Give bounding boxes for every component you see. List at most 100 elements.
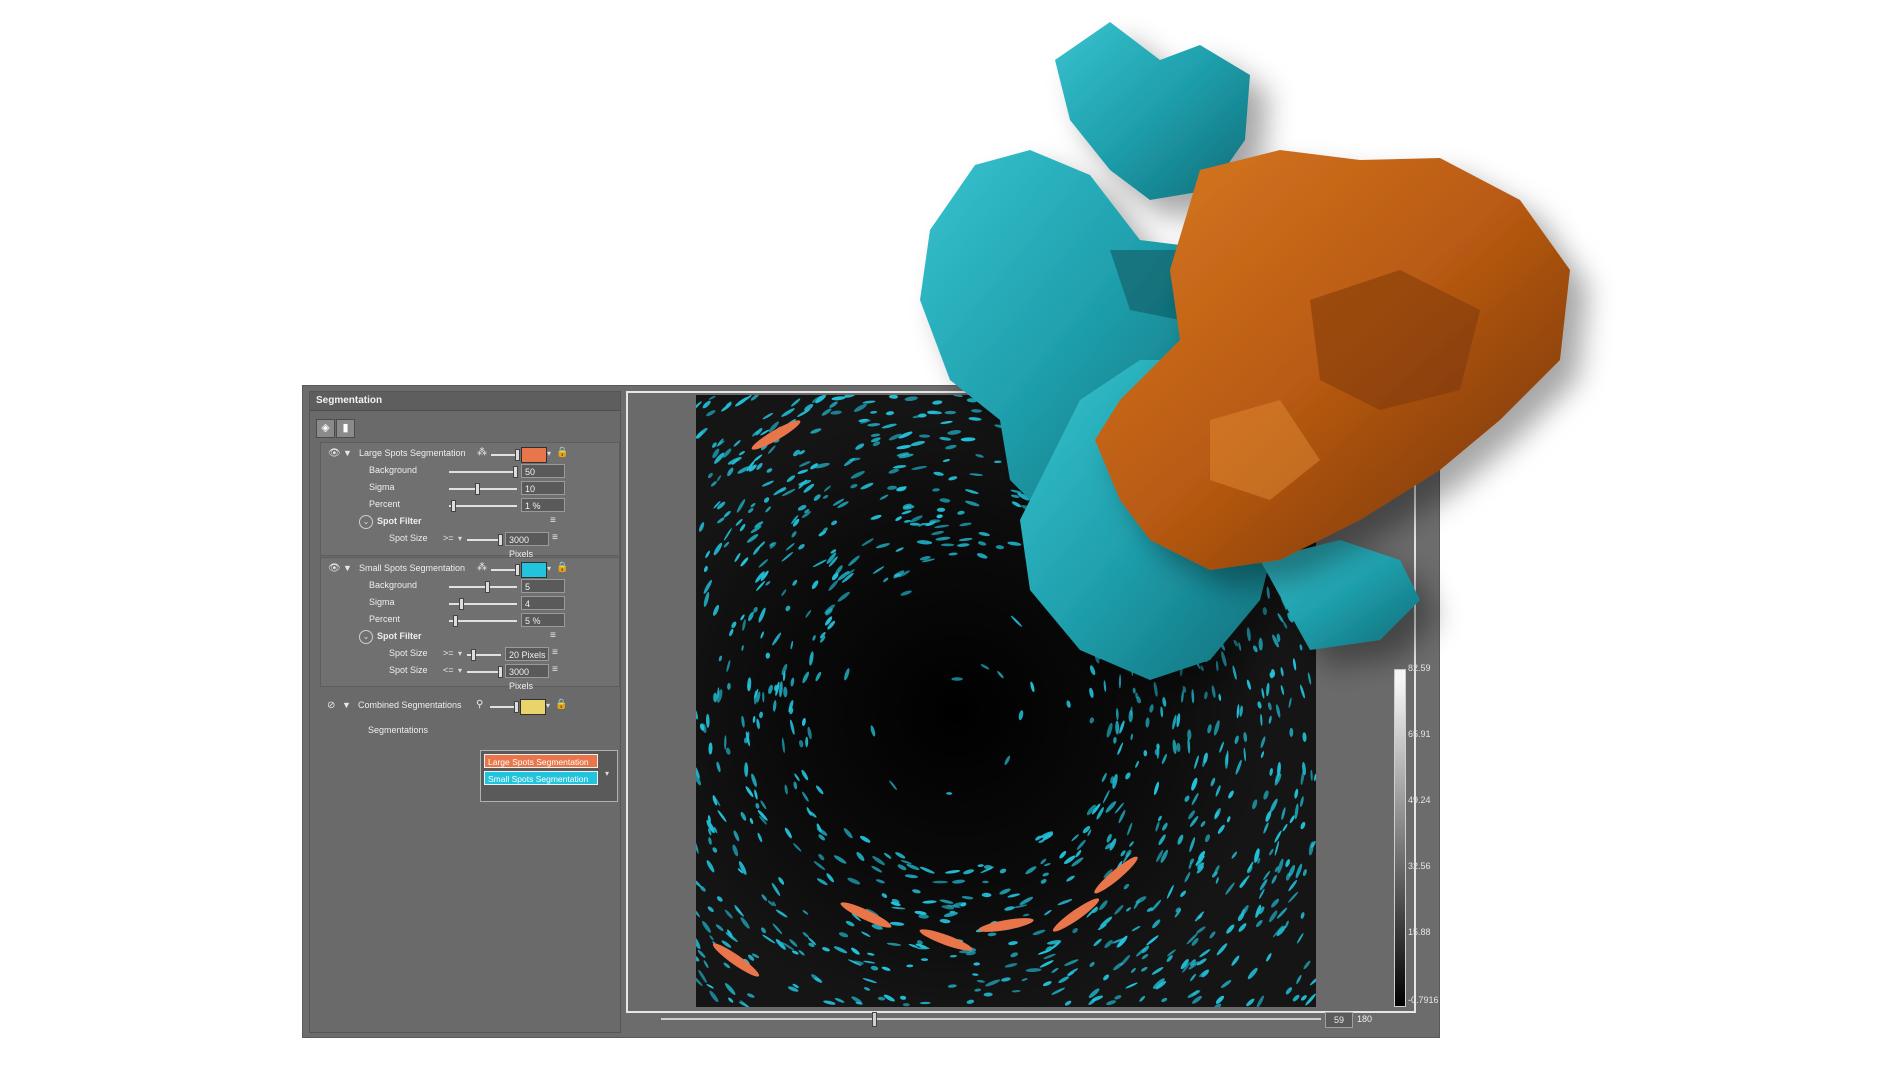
nodes-icon[interactable]: ⁂ bbox=[477, 562, 487, 573]
background-slider[interactable] bbox=[449, 586, 517, 588]
small-spot-size-min-row: Spot Size >= ▾ 20 Pixels ≡ bbox=[321, 645, 619, 663]
lock-icon[interactable]: 🔒 bbox=[556, 447, 568, 458]
eye-icon[interactable]: 👁 bbox=[328, 563, 341, 574]
percent-slider-knob[interactable] bbox=[451, 500, 456, 512]
remove-filter-icon[interactable]: ≡ bbox=[552, 647, 558, 658]
sigma-label: Sigma bbox=[369, 482, 395, 492]
remove-filter-icon[interactable]: ≡ bbox=[552, 532, 558, 543]
background-value[interactable]: 5 bbox=[521, 579, 565, 593]
lock-icon[interactable]: 🔒 bbox=[555, 699, 567, 710]
color-swatch-combined[interactable] bbox=[520, 699, 546, 715]
segmentation-tag-small[interactable]: Small Spots Segmentation bbox=[484, 771, 598, 785]
opacity-slider[interactable] bbox=[490, 706, 516, 708]
spot-size-slider-knob[interactable] bbox=[471, 649, 476, 661]
chevron-down-icon[interactable]: ▾ bbox=[547, 562, 555, 576]
spot-size-value[interactable]: 3000 Pixels bbox=[505, 532, 549, 559]
colorbar-tick: 15.88 bbox=[1408, 927, 1431, 937]
color-swatch-small[interactable] bbox=[521, 562, 547, 578]
collapse-triangle-icon[interactable]: ▼ bbox=[342, 700, 351, 710]
background-slider[interactable] bbox=[449, 471, 517, 473]
expand-circle-icon[interactable]: ⌄ bbox=[359, 630, 373, 644]
frame-slider[interactable] bbox=[661, 1018, 1321, 1020]
chevron-down-icon[interactable]: ▾ bbox=[547, 447, 555, 461]
background-slider-knob[interactable] bbox=[513, 466, 518, 478]
spot-size-slider[interactable] bbox=[467, 539, 501, 541]
spot-size-operator[interactable]: <= bbox=[443, 665, 454, 675]
eye-icon[interactable]: 👁 bbox=[328, 448, 341, 459]
opacity-slider[interactable] bbox=[491, 454, 517, 456]
expand-circle-icon[interactable]: ⌄ bbox=[359, 515, 373, 529]
color-swatch-large[interactable] bbox=[521, 447, 547, 463]
spot-size-label: Spot Size bbox=[389, 648, 428, 658]
add-filter-icon[interactable]: ≡ bbox=[550, 515, 556, 526]
spot-filter-label: Spot Filter bbox=[377, 516, 422, 526]
large-spots-group: 👁 ▼ Large Spots Segmentation ⁂ ▾ 🔒 Backg… bbox=[320, 442, 620, 559]
colorbar-tick: -0.7916 bbox=[1408, 995, 1439, 1005]
nodes-icon[interactable]: ⁂ bbox=[477, 447, 487, 458]
large-background-row: Background 50 bbox=[321, 462, 619, 480]
chevron-down-icon[interactable]: ▾ bbox=[546, 699, 554, 713]
small-background-row: Background 5 bbox=[321, 577, 619, 595]
segmentations-list[interactable]: Large Spots Segmentation Small Spots Seg… bbox=[480, 750, 618, 802]
opacity-slider[interactable] bbox=[491, 569, 517, 571]
small-spot bbox=[713, 692, 718, 703]
layers-icon[interactable]: ◈ bbox=[316, 419, 335, 438]
small-spot bbox=[982, 880, 989, 884]
percent-slider[interactable] bbox=[449, 620, 517, 622]
segmentation-tag-large[interactable]: Large Spots Segmentation bbox=[484, 754, 598, 768]
chevron-down-icon[interactable]: ▾ bbox=[605, 767, 613, 781]
spot-size-operator[interactable]: >= bbox=[443, 648, 454, 658]
large-spots-header: 👁 ▼ Large Spots Segmentation ⁂ ▾ 🔒 bbox=[321, 445, 619, 463]
spot-size-value[interactable]: 3000 Pixels bbox=[505, 664, 549, 691]
background-slider-knob[interactable] bbox=[485, 581, 490, 593]
background-value[interactable]: 50 bbox=[521, 464, 565, 478]
opacity-slider-knob[interactable] bbox=[515, 449, 520, 461]
add-filter-icon[interactable]: ≡ bbox=[550, 630, 556, 641]
spot-size-operator[interactable]: >= bbox=[443, 533, 454, 543]
combined-segmentations-row: Segmentations bbox=[320, 722, 618, 740]
spot-size-label: Spot Size bbox=[389, 665, 428, 675]
remove-filter-icon[interactable]: ≡ bbox=[552, 664, 558, 675]
percent-label: Percent bbox=[369, 499, 401, 509]
small-percent-row: Percent 5 % bbox=[321, 611, 619, 629]
chevron-down-icon[interactable]: ▾ bbox=[458, 647, 466, 661]
spot-size-label: Spot Size bbox=[389, 533, 428, 543]
combined-title: Combined Segmentations bbox=[358, 700, 462, 710]
large-spot-size-row: Spot Size >= ▾ 3000 Pixels ≡ bbox=[321, 530, 619, 559]
panel-title: Segmentation bbox=[310, 392, 620, 411]
chevron-down-icon[interactable]: ▾ bbox=[458, 664, 466, 678]
opacity-slider-knob[interactable] bbox=[514, 701, 519, 713]
percent-slider-knob[interactable] bbox=[453, 615, 458, 627]
sigma-slider[interactable] bbox=[449, 488, 517, 490]
percent-slider[interactable] bbox=[449, 505, 517, 507]
spot-size-slider-knob[interactable] bbox=[498, 534, 503, 546]
collapse-triangle-icon[interactable]: ▼ bbox=[343, 448, 352, 458]
frame-slider-knob[interactable] bbox=[872, 1012, 877, 1027]
opacity-slider-knob[interactable] bbox=[515, 564, 520, 576]
large-filter-row: ⌄ Spot Filter ≡ bbox=[321, 513, 619, 531]
percent-value[interactable]: 1 % bbox=[521, 498, 565, 512]
chevron-down-icon[interactable]: ▾ bbox=[458, 532, 466, 546]
sigma-value[interactable]: 4 bbox=[521, 596, 565, 610]
percent-value[interactable]: 5 % bbox=[521, 613, 565, 627]
lock-icon[interactable]: 🔒 bbox=[556, 562, 568, 573]
trash-icon[interactable]: ▮ bbox=[336, 419, 355, 438]
orange-mesh-cluster bbox=[1095, 150, 1570, 570]
spot-size-value[interactable]: 20 Pixels bbox=[505, 647, 549, 661]
sigma-value[interactable]: 10 bbox=[521, 481, 565, 495]
small-sigma-row: Sigma 4 bbox=[321, 594, 619, 612]
large-spots-title: Large Spots Segmentation bbox=[359, 448, 466, 458]
small-spot-size-max-row: Spot Size <= ▾ 3000 Pixels ≡ bbox=[321, 662, 619, 691]
sigma-slider-knob[interactable] bbox=[459, 598, 464, 610]
large-percent-row: Percent 1 % bbox=[321, 496, 619, 514]
spot-size-slider[interactable] bbox=[467, 671, 501, 673]
background-label: Background bbox=[369, 465, 418, 475]
frame-value[interactable]: 59 bbox=[1325, 1012, 1353, 1028]
link-icon[interactable]: ⚲ bbox=[476, 699, 483, 710]
spot-size-slider-knob[interactable] bbox=[498, 666, 503, 678]
collapse-triangle-icon[interactable]: ▼ bbox=[343, 563, 352, 573]
sigma-slider-knob[interactable] bbox=[475, 483, 480, 495]
frame-max: 180 bbox=[1357, 1014, 1373, 1024]
small-filter-row: ⌄ Spot Filter ≡ bbox=[321, 628, 619, 646]
eye-hidden-icon[interactable]: ⊘ bbox=[327, 700, 335, 711]
